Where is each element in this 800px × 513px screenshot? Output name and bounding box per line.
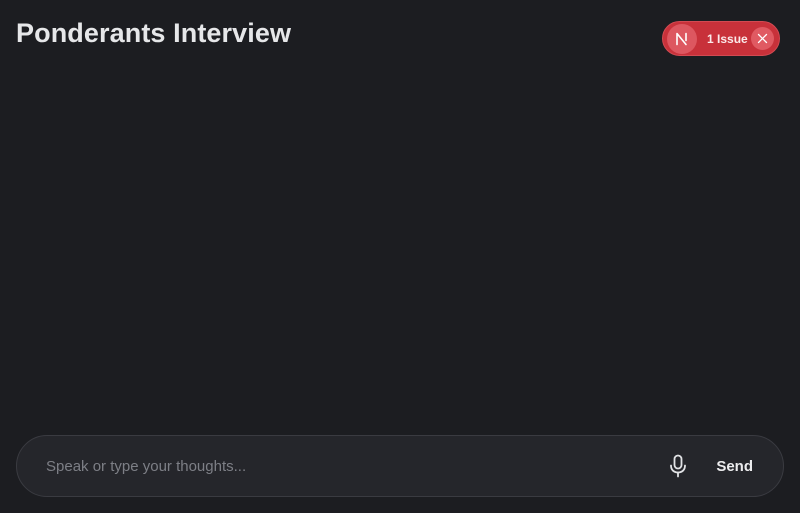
page-title: Ponderants Interview [16,18,292,48]
close-icon [757,33,768,44]
close-issues-button[interactable] [751,27,774,50]
nextjs-logo-icon[interactable] [667,23,697,54]
n-letter-icon [676,32,687,45]
send-button[interactable]: Send [716,458,753,475]
microphone-icon [670,454,687,478]
microphone-button[interactable] [664,452,692,480]
message-composer: Send [16,435,784,497]
thoughts-input[interactable] [46,446,665,486]
app-page: Ponderants Interview 1 Issue Send [0,0,800,513]
issues-indicator[interactable]: 1 Issue [662,21,780,56]
issue-count-label[interactable]: 1 Issue [707,32,751,46]
